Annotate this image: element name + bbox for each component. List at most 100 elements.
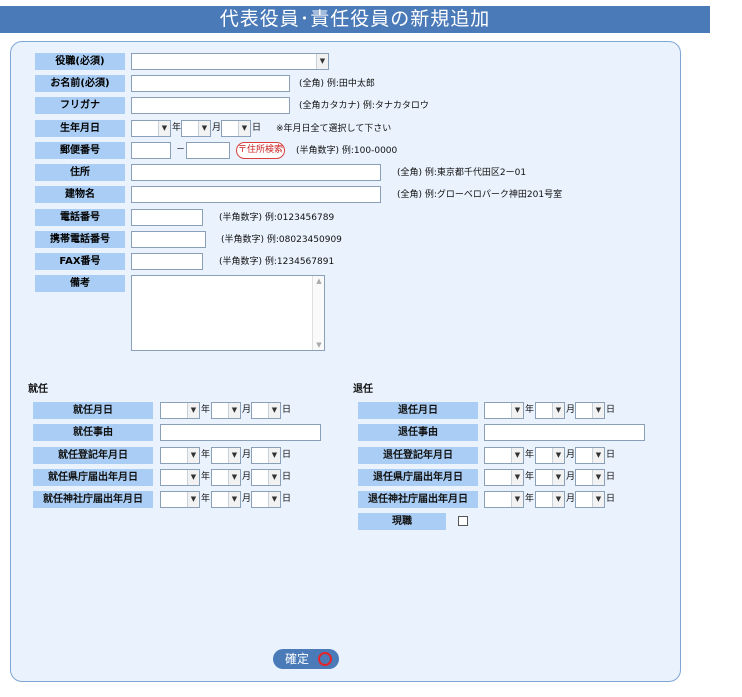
day-unit: 日 [252,123,262,133]
form-panel: 役職(必須) ▼ お名前(必須) (全角) 例:田中太郎 フリガナ (全角カタカ… [10,41,681,682]
appointment-registration-month-select[interactable]: ▼ [211,447,241,464]
appointment-shrine-month-select[interactable]: ▼ [211,491,241,508]
appointment-shrine-label: 就任神社庁届出年月日 [33,491,153,508]
appointment-prefecture-month-select[interactable]: ▼ [211,469,241,486]
chevron-down-icon: ▼ [187,470,199,485]
appointment-date-year-select[interactable]: ▼ [160,402,200,419]
day-unit: 日 [282,405,292,415]
day-unit: 日 [606,450,616,460]
appointment-date-month-select[interactable]: ▼ [211,402,241,419]
mobile-hint: (半角数字) 例:08023450909 [221,235,342,245]
year-unit: 年 [525,472,535,482]
zip-hint: (半角数字) 例:100-0000 [296,146,398,156]
appointment-prefecture-day-select[interactable]: ▼ [251,469,281,486]
chevron-down-icon: ▼ [511,448,523,463]
retirement-prefecture-month-select[interactable]: ▼ [535,469,565,486]
scroll-down-icon[interactable]: ▼ [313,341,325,349]
year-unit: 年 [201,494,211,504]
retirement-date-day-select[interactable]: ▼ [575,402,605,419]
phone-input[interactable] [131,209,203,226]
day-unit: 日 [282,494,292,504]
zip-first-input[interactable] [131,142,171,159]
mobile-input[interactable] [131,231,206,248]
address-search-button[interactable]: 〒住所検索 [236,142,285,159]
chevron-down-icon: ▼ [316,54,328,69]
chevron-down-icon: ▼ [187,403,199,418]
month-unit: 月 [242,405,252,415]
appointment-reason-input[interactable] [160,424,321,441]
retirement-registration-month-select[interactable]: ▼ [535,447,565,464]
retirement-registration-year-select[interactable]: ▼ [484,447,524,464]
name-input[interactable] [131,75,290,92]
scroll-up-icon[interactable]: ▲ [313,277,325,285]
chevron-down-icon: ▼ [268,448,280,463]
retirement-shrine-month-select[interactable]: ▼ [535,491,565,508]
year-unit: 年 [172,123,182,133]
current-position-label: 現職 [358,513,446,530]
chevron-down-icon: ▼ [592,403,604,418]
chevron-down-icon: ▼ [511,403,523,418]
year-unit: 年 [525,405,535,415]
birth-day-select[interactable]: ▼ [221,120,251,137]
note-label: 備考 [35,275,125,292]
appointment-prefecture-year-select[interactable]: ▼ [160,469,200,486]
day-unit: 日 [282,472,292,482]
page-title: 代表役員･責任役員の新規追加 [0,6,710,33]
appointment-registration-year-select[interactable]: ▼ [160,447,200,464]
retirement-shrine-label: 退任神社庁届出年月日 [358,491,478,508]
zip-label: 郵便番号 [35,142,125,159]
retirement-shrine-year-select[interactable]: ▼ [484,491,524,508]
chevron-down-icon: ▼ [198,121,210,136]
retirement-prefecture-day-select[interactable]: ▼ [575,469,605,486]
chevron-down-icon: ▼ [592,448,604,463]
chevron-down-icon: ▼ [268,403,280,418]
day-unit: 日 [606,472,616,482]
appointment-registration-day-select[interactable]: ▼ [251,447,281,464]
appointment-shrine-year-select[interactable]: ▼ [160,491,200,508]
kana-input[interactable] [131,97,290,114]
chevron-down-icon: ▼ [228,492,240,507]
building-input[interactable] [131,186,381,203]
retirement-date-year-select[interactable]: ▼ [484,402,524,419]
role-select[interactable]: ▼ [131,53,329,70]
retirement-date-month-select[interactable]: ▼ [535,402,565,419]
phone-label: 電話番号 [35,209,125,226]
day-unit: 日 [606,405,616,415]
chevron-down-icon: ▼ [228,403,240,418]
note-scrollbar[interactable]: ▲ ▼ [312,276,324,350]
kana-hint: (全角カタカナ) 例:タナカタロウ [299,101,429,111]
kana-label: フリガナ [35,97,125,114]
confirm-button[interactable]: 確定 [273,649,339,669]
retirement-shrine-day-select[interactable]: ▼ [575,491,605,508]
birth-month-select[interactable]: ▼ [181,120,211,137]
appointment-date-label: 就任月日 [33,402,153,419]
note-textarea[interactable]: ▲ ▼ [131,275,325,351]
retirement-reason-label: 退任事由 [358,424,478,441]
month-unit: 月 [242,472,252,482]
retirement-reason-input[interactable] [484,424,645,441]
fax-input[interactable] [131,253,203,270]
appointment-reason-label: 就任事由 [33,424,153,441]
birth-year-select[interactable]: ▼ [131,120,171,137]
building-hint: (全角) 例:グローベロパーク神田201号室 [397,190,563,200]
phone-hint: (半角数字) 例:0123456789 [219,213,335,223]
appointment-shrine-day-select[interactable]: ▼ [251,491,281,508]
address-input[interactable] [131,164,381,181]
chevron-down-icon: ▼ [552,448,564,463]
retirement-registration-day-select[interactable]: ▼ [575,447,605,464]
mobile-label: 携帯電話番号 [35,231,125,248]
retirement-prefecture-year-select[interactable]: ▼ [484,469,524,486]
retirement-registration-label: 退任登記年月日 [358,447,478,464]
current-position-checkbox[interactable] [458,516,468,526]
appointment-date-day-select[interactable]: ▼ [251,402,281,419]
month-unit: 月 [242,450,252,460]
appointment-section-title: 就任 [28,384,48,395]
retirement-section-title: 退任 [353,384,373,395]
month-unit: 月 [242,494,252,504]
appointment-prefecture-label: 就任県庁届出年月日 [33,469,153,486]
year-unit: 年 [525,494,535,504]
chevron-down-icon: ▼ [552,492,564,507]
retirement-date-label: 退任月日 [358,402,478,419]
chevron-down-icon: ▼ [552,470,564,485]
zip-second-input[interactable] [186,142,230,159]
